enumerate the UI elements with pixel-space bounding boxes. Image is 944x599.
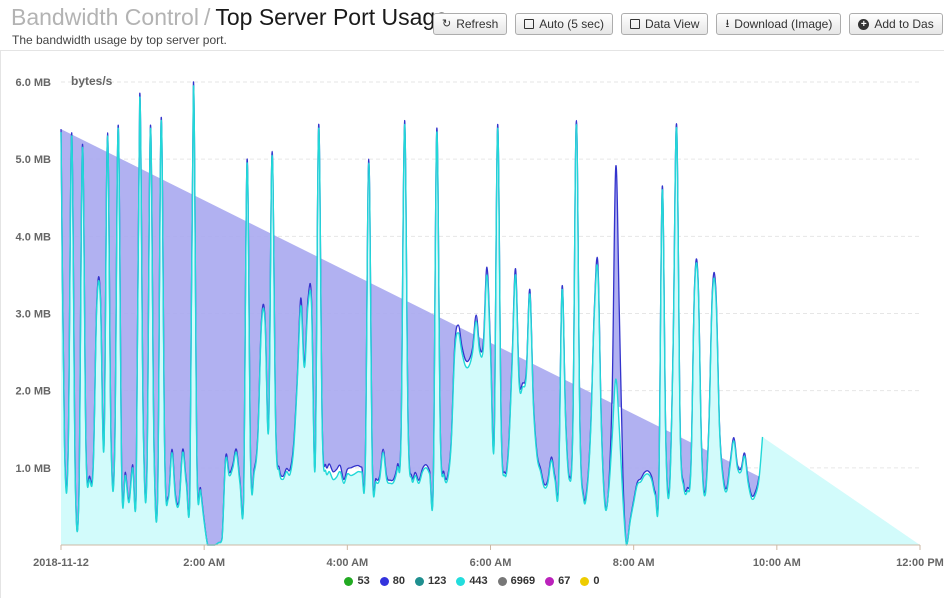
data-view-label: Data View: [644, 17, 700, 31]
legend-dot-icon: [456, 576, 466, 586]
x-tick-label: 12:00 PM: [896, 557, 944, 569]
toolbar: ↻ Refresh Auto (5 sec) Data View ⭳ Downl…: [433, 13, 943, 35]
legend-label: 123: [427, 575, 447, 587]
x-tick-label: 8:00 AM: [613, 557, 655, 569]
breadcrumb-separator: /: [203, 4, 211, 30]
y-tick-label: 4.0 MB: [16, 231, 52, 243]
legend-label: 80: [392, 575, 405, 587]
download-image-button[interactable]: ⭳ Download (Image): [716, 13, 842, 35]
auto-refresh-toggle[interactable]: Auto (5 sec): [515, 13, 613, 35]
bandwidth-area-chart: 6.0 MB 5.0 MB 4.0 MB 3.0 MB 2.0 MB 1.0 MB 2018…: [16, 74, 944, 569]
x-tick-label: 4:00 AM: [326, 557, 368, 569]
plus-circle-icon: +: [858, 18, 870, 30]
legend-label: 443: [469, 575, 488, 587]
refresh-label: Refresh: [456, 17, 499, 31]
page-subtitle: The bandwidth usage by top server port.: [12, 33, 227, 47]
auto-refresh-label: Auto (5 sec): [539, 17, 604, 31]
y-tick-label: 5.0 MB: [16, 154, 52, 166]
chart-panel: 6.0 MB 5.0 MB 4.0 MB 3.0 MB 2.0 MB 1.0 MB 2018…: [0, 50, 944, 598]
refresh-button[interactable]: ↻ Refresh: [433, 13, 508, 35]
checkbox-icon: [629, 19, 640, 29]
y-tick-label: 6.0 MB: [16, 77, 52, 89]
y-axis-label: bytes/s: [71, 74, 113, 88]
legend-label: 67: [558, 575, 571, 587]
data-view-toggle[interactable]: Data View: [620, 13, 709, 35]
x-tick-label: 2:00 AM: [183, 557, 225, 569]
legend-item-53[interactable]: 53: [344, 575, 370, 587]
download-icon: ⭳: [725, 17, 730, 30]
chart-legend: 53 80 123 443 6969 67 0: [0, 575, 944, 587]
legend-label: 0: [593, 575, 600, 587]
download-label: Download (Image): [734, 17, 833, 31]
page-title-bar: Bandwidth Control / Top Server Port Usage: [11, 4, 448, 31]
legend-dot-icon: [344, 576, 354, 586]
add-to-dashboard-label: Add to Das: [874, 17, 934, 31]
add-to-dashboard-button[interactable]: + Add to Das: [849, 13, 943, 35]
legend-dot-icon: [379, 576, 389, 586]
y-tick-label: 2.0 MB: [16, 386, 52, 398]
legend-item-443[interactable]: 443: [456, 575, 488, 587]
page-title: Top Server Port Usage: [215, 4, 449, 30]
legend-dot-icon: [545, 576, 555, 586]
legend-item-123[interactable]: 123: [414, 575, 447, 587]
breadcrumb-bandwidth-control[interactable]: Bandwidth Control: [11, 4, 199, 30]
legend-dot-icon: [580, 576, 590, 586]
y-tick-label: 3.0 MB: [16, 309, 52, 321]
legend-item-80[interactable]: 80: [379, 575, 405, 587]
x-tick-label: 2018-11-12: [33, 557, 89, 569]
refresh-icon: ↻: [442, 17, 452, 30]
legend-item-0[interactable]: 0: [580, 575, 600, 587]
x-tick-label: 6:00 AM: [470, 557, 512, 569]
legend-label: 53: [357, 575, 370, 587]
legend-dot-icon: [414, 576, 424, 586]
x-tick-label: 10:00 AM: [753, 557, 801, 569]
y-tick-label: 1.0 MB: [16, 463, 52, 475]
checkbox-icon: [524, 19, 535, 29]
legend-item-6969[interactable]: 6969: [497, 575, 536, 587]
legend-dot-icon: [497, 576, 507, 586]
legend-label: 6969: [510, 575, 536, 587]
legend-item-67[interactable]: 67: [545, 575, 570, 587]
